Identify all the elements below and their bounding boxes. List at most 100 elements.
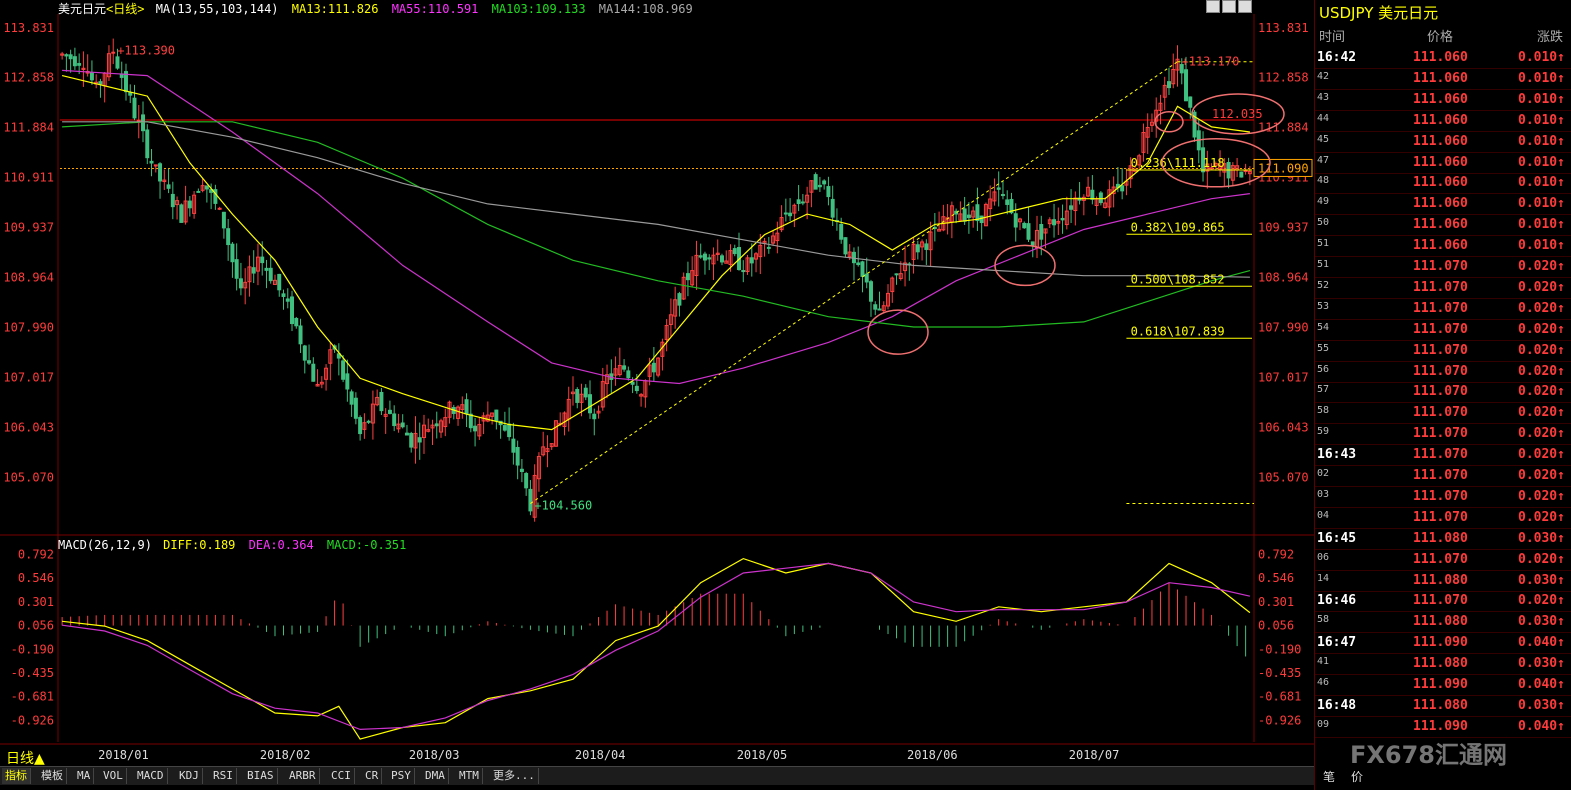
indicator-tab[interactable]: ARBR [286, 768, 320, 784]
candle-body [817, 184, 822, 188]
tick-time: 54 [1317, 321, 1330, 333]
tick-change: 0.040↑ [1518, 677, 1565, 692]
indicator-tab[interactable]: CCI [328, 768, 355, 784]
candle-body [502, 425, 507, 431]
tick-price: 111.070 [1413, 279, 1468, 295]
macd-y-tick-left: -0.681 [11, 690, 54, 704]
candle-body [1120, 185, 1125, 192]
candle-body [915, 244, 920, 253]
candle-body [685, 273, 690, 281]
tick-change: 0.010↑ [1518, 175, 1565, 191]
tick-price: 111.080 [1413, 614, 1468, 630]
indicator-tab[interactable]: MTM [456, 768, 483, 784]
candle-body [170, 193, 175, 208]
tick-price: 111.070 [1413, 488, 1468, 504]
tick-row: 47 111.060 0.010↑ [1315, 152, 1571, 174]
tick-change: 0.020↑ [1518, 363, 1565, 379]
candle-body [813, 174, 818, 190]
candle-body [234, 259, 239, 279]
indicator-tab[interactable]: VOL [100, 768, 127, 784]
tick-time: 57 [1317, 384, 1330, 396]
candle-body [64, 54, 69, 57]
x-tick: 2018/05 [737, 748, 788, 762]
indicator-tab[interactable]: CR [362, 768, 383, 784]
tick-price: 111.060 [1413, 112, 1468, 128]
ma-line-ma55 [62, 69, 1250, 385]
tick-change: 0.020↑ [1518, 279, 1565, 295]
tick-change: 0.010↑ [1518, 154, 1565, 170]
candle-body [677, 293, 682, 306]
candle-body [868, 281, 873, 302]
chart-title: 美元日元 [58, 2, 107, 16]
tick-time: 09 [1317, 718, 1330, 730]
window-min-icon[interactable] [1206, 0, 1220, 13]
y-tick-left: 106.043 [3, 420, 54, 434]
window-close-icon[interactable] [1238, 0, 1252, 13]
period-button[interactable]: 日线▲ [6, 748, 45, 768]
tick-header: 时间 价格 涨跌 [1315, 26, 1571, 45]
x-tick: 2018/02 [260, 748, 311, 762]
candle-body [277, 273, 282, 291]
indicator-tab[interactable]: BIAS [244, 768, 278, 784]
tick-price: 111.090 [1413, 718, 1468, 734]
tab-bi[interactable]: 笔 [1323, 768, 1335, 785]
candle-body [856, 262, 861, 266]
tick-row: 50 111.060 0.010↑ [1315, 214, 1571, 237]
tick-time: 47 [1317, 154, 1330, 166]
tick-row: 48 111.060 0.010↑ [1315, 172, 1571, 195]
tick-time: 59 [1317, 426, 1330, 438]
tick-time: 14 [1317, 572, 1330, 584]
candle-body [158, 163, 163, 182]
tick-time: 51 [1317, 259, 1330, 270]
indicator-tab[interactable]: RSI [210, 768, 237, 784]
candle-body [507, 423, 512, 438]
watermark-logo: FX678汇通网 [1350, 741, 1507, 769]
indicator-tab[interactable]: KDJ [176, 768, 203, 784]
indicator-tab[interactable]: DMA [422, 768, 449, 784]
indicator-tab[interactable]: 模板 [38, 768, 67, 784]
tick-row: 16:47 111.090 0.040↑ [1315, 632, 1571, 655]
candle-body [966, 214, 971, 219]
tick-change: 0.020↑ [1518, 488, 1565, 504]
tick-change: 0.040↑ [1518, 635, 1565, 651]
fib-level-label: 0.236\111.118 [1131, 156, 1225, 170]
ma103-value: MA103:109.133 [491, 2, 586, 16]
tick-time: 46 [1317, 677, 1330, 688]
y-tick-left: 111.884 [3, 121, 54, 135]
tick-price: 111.090 [1413, 635, 1468, 651]
chart-area[interactable]: 113.831 113.831 112.858 112.858 111.884 111.8… [0, 0, 1314, 766]
tick-change: 0.010↑ [1518, 217, 1565, 233]
indicator-tab[interactable]: 更多... [490, 768, 539, 784]
tick-row: 14 111.080 0.030↑ [1315, 570, 1571, 592]
y-tick-right: 111.884 [1258, 121, 1309, 135]
candle-body [1026, 223, 1031, 240]
candle-body [468, 413, 473, 429]
tick-row: 57 111.070 0.020↑ [1315, 381, 1571, 404]
indicator-tab[interactable]: PSY [388, 768, 415, 784]
ma13-value: MA13:111.826 [291, 2, 379, 16]
x-tick: 2018/06 [907, 748, 958, 762]
tick-price: 111.060 [1413, 175, 1468, 191]
candle-body [1030, 241, 1035, 246]
tick-row: 03 111.070 0.020↑ [1315, 486, 1571, 508]
candle-body [1090, 189, 1095, 200]
tick-price: 111.060 [1413, 133, 1468, 149]
window-max-icon[interactable] [1222, 0, 1236, 13]
annotation-circle [867, 309, 929, 355]
macd-y-tick-right: 0.056 [1258, 619, 1294, 633]
indicator-tab[interactable]: MA [74, 768, 95, 784]
tick-price: 111.060 [1413, 70, 1468, 86]
candle-body [1239, 171, 1244, 178]
indicator-tab[interactable]: 指标 [2, 768, 31, 784]
indicator-tab[interactable]: MACD [134, 768, 168, 784]
candle-body [404, 432, 409, 436]
candle-body [839, 223, 844, 240]
candle-body [851, 251, 856, 264]
candle-body [89, 71, 94, 81]
candle-body [111, 51, 116, 54]
tick-time: 16:42 [1317, 50, 1357, 65]
candle-body [166, 184, 171, 189]
tab-jia[interactable]: 价 [1351, 768, 1363, 785]
tick-price: 111.060 [1413, 217, 1468, 233]
macd-y-tick-left: -0.190 [11, 642, 54, 656]
